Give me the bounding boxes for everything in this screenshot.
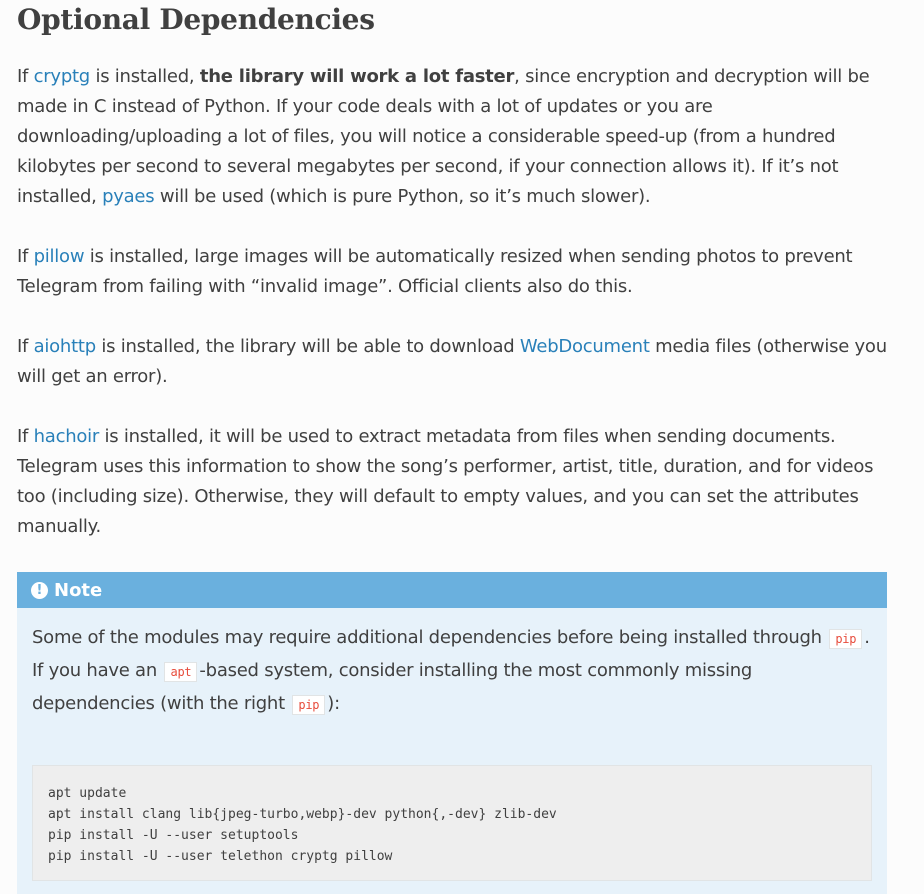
paragraph-cryptg: If cryptg is installed, the library will… — [17, 62, 887, 212]
link-hachoir[interactable]: hachoir — [34, 426, 100, 447]
link-pillow[interactable]: pillow — [34, 246, 85, 267]
inline-code-apt: apt — [164, 662, 198, 682]
code-line: pip install -U --user setuptools — [48, 828, 299, 843]
paragraph-pillow: If pillow is installed, large images wil… — [17, 242, 887, 302]
note-admonition: ! Note Some of the modules may require a… — [17, 572, 887, 894]
link-aiohttp[interactable]: aiohttp — [34, 336, 97, 357]
link-cryptg[interactable]: cryptg — [34, 66, 91, 87]
text-segment: If — [17, 246, 34, 267]
bold-text: the library will work a lot faster — [199, 66, 515, 87]
link-pyaes[interactable]: pyaes — [102, 186, 155, 207]
code-block[interactable]: apt update apt install clang lib{jpeg-tu… — [32, 765, 872, 881]
exclamation-circle-icon: ! — [31, 581, 48, 599]
text-segment: is installed, — [89, 66, 200, 87]
text-segment: ): — [327, 693, 340, 714]
text-segment: is installed, large images will be autom… — [17, 246, 853, 297]
text-segment: will be used (which is pure Python, so i… — [154, 186, 651, 207]
section-title: Optional Dependencies — [17, 3, 375, 36]
note-text: Some of the modules may require addition… — [32, 622, 872, 721]
link-webdocument[interactable]: WebDocument — [520, 336, 650, 357]
text-segment: If — [17, 426, 34, 447]
note-body: Some of the modules may require addition… — [17, 608, 887, 881]
note-title: Note — [54, 579, 103, 601]
code-line: pip install -U --user telethon cryptg pi… — [48, 849, 393, 864]
text-segment: If — [17, 336, 34, 357]
inline-code-pip: pip — [829, 629, 863, 649]
text-segment: If — [17, 66, 34, 87]
text-segment: is installed, the library will be able t… — [95, 336, 520, 357]
inline-code-pip: pip — [292, 695, 326, 715]
code-line: apt install clang lib{jpeg-turbo,webp}-d… — [48, 807, 557, 822]
code-line: apt update — [48, 786, 127, 801]
paragraph-aiohttp: If aiohttp is installed, the library wil… — [17, 332, 887, 392]
paragraph-hachoir: If hachoir is installed, it will be used… — [17, 422, 887, 542]
page: Optional Dependencies If cryptg is insta… — [0, 0, 924, 894]
text-segment: is installed, it will be used to extract… — [17, 426, 874, 537]
text-segment: Some of the modules may require addition… — [32, 627, 828, 648]
note-title-bar: ! Note — [17, 572, 887, 608]
